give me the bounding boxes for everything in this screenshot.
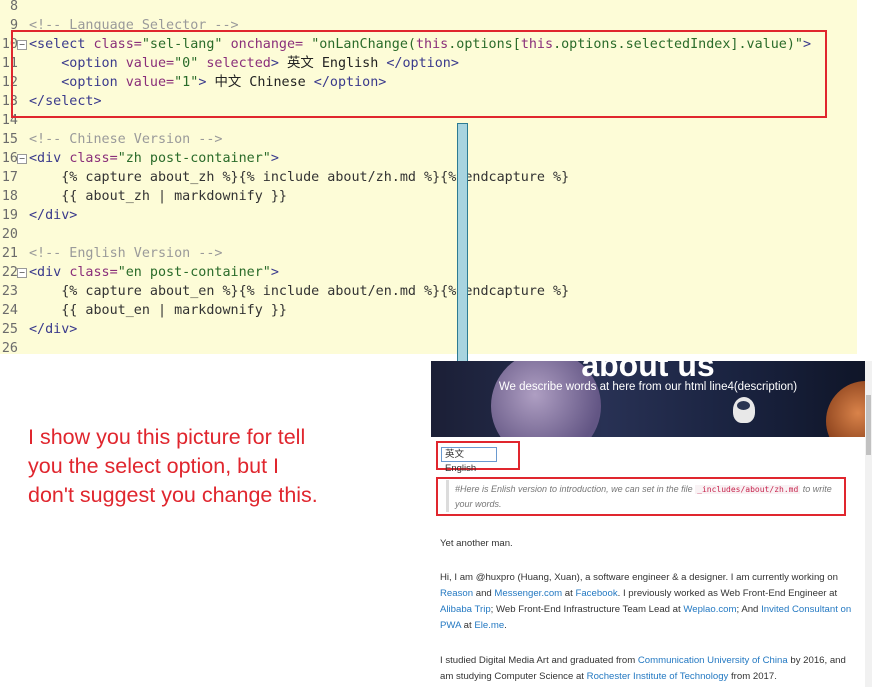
hero-banner: about us We describe words at here from … (431, 361, 865, 437)
quote-code-path: _includes/about/zh.md (695, 485, 801, 494)
paragraph-text: at (460, 620, 475, 631)
code-token: <!-- English Version --> (29, 246, 223, 261)
inline-link[interactable]: Ele.me (474, 620, 504, 631)
language-select[interactable]: 英文 English (441, 447, 497, 474)
paragraph-text: . (504, 620, 507, 631)
inline-link[interactable]: Messenger.com (494, 588, 562, 599)
code-token: "zh post-container" (117, 151, 271, 166)
paragraph-text: from 2017. (728, 671, 777, 682)
fold-toggle-icon[interactable]: − (17, 154, 27, 164)
line-number: 21 (1, 246, 18, 261)
code-line: 22− <div class="en post-container"> (0, 263, 857, 282)
line-number: 18 (1, 189, 18, 204)
paragraph-text: ; And (736, 604, 762, 615)
code-token: > (270, 265, 279, 280)
inline-link[interactable]: Alibaba Trip (440, 604, 491, 615)
line-number: 26 (1, 341, 18, 356)
code-line: 15 <!-- Chinese Version --> (0, 130, 857, 149)
code-line: 8 (0, 0, 857, 16)
line-number: 24 (1, 303, 18, 318)
line-number: 8 (9, 0, 18, 14)
code-token: {{ about_zh | markdownify }} (29, 189, 287, 204)
line-number: 16 (1, 151, 18, 166)
line-number: 25 (1, 322, 18, 337)
code-token: </div> (29, 322, 78, 337)
intro-paragraph-2: Hi, I am @huxpro (Huang, Xuan), a softwa… (440, 570, 860, 634)
code-token: class= (69, 151, 118, 166)
paragraph-text: ; Web Front-End Infrastructure Team Lead… (490, 604, 684, 615)
code-token: > (270, 151, 279, 166)
code-text: <div class="en post-container"> (29, 263, 279, 282)
line-number: 23 (1, 284, 18, 299)
hero-description: We describe words at here from our html … (498, 381, 798, 393)
line-number: 15 (1, 132, 18, 147)
blockquote-text: #Here is Enlish version to introduction,… (455, 482, 840, 512)
blockquote-bar (446, 480, 449, 512)
code-token: {% capture about_zh %}{% include about/z… (29, 170, 570, 185)
code-text: </div> (29, 320, 77, 339)
code-text: {% capture about_zh %}{% include about/z… (29, 168, 569, 187)
code-line: 26 (0, 339, 857, 358)
code-token: "en post-container" (117, 265, 271, 280)
annotation-text: I show you this picture for tell you the… (28, 425, 318, 507)
code-text: {{ about_zh | markdownify }} (29, 187, 287, 206)
code-line: 21 <!-- English Version --> (0, 244, 857, 263)
code-line: 23 {% capture about_en %}{% include abou… (0, 282, 857, 301)
code-line: 16− <div class="zh post-container"> (0, 149, 857, 168)
code-text: {{ about_en | markdownify }} (29, 301, 287, 320)
quote-pre: #Here is Enlish version to introduction,… (455, 484, 696, 494)
code-token: <!-- Chinese Version --> (29, 132, 223, 147)
code-token: <div (29, 265, 70, 280)
intro-paragraph-3: I studied Digital Media Art and graduate… (440, 653, 860, 685)
paragraph-text: I studied Digital Media Art and graduate… (440, 655, 638, 666)
code-token: {% capture about_en %}{% include about/e… (29, 284, 570, 299)
line-number: 22 (1, 265, 18, 280)
line-number: 17 (1, 170, 18, 185)
site-preview: about us We describe words at here from … (431, 361, 865, 687)
code-token: </div> (29, 208, 78, 223)
inline-link[interactable]: Rochester Institute of Technology (587, 671, 729, 682)
astronaut-visor (737, 401, 750, 410)
inline-link[interactable]: Facebook (575, 588, 617, 599)
code-line: 25 </div> (0, 320, 857, 339)
inline-link[interactable]: Reason (440, 588, 473, 599)
code-text: <div class="zh post-container"> (29, 149, 279, 168)
code-token: <div (29, 151, 70, 166)
code-token: {{ about_en | markdownify }} (29, 303, 287, 318)
select-code-highlight-box (11, 30, 827, 118)
code-line: 18 {{ about_zh | markdownify }} (0, 187, 857, 206)
inline-link[interactable]: Communication University of China (638, 655, 788, 666)
paragraph-text: Hi, I am @huxpro (Huang, Xuan), a softwa… (440, 572, 838, 583)
code-text: <!-- Chinese Version --> (29, 130, 222, 149)
code-line: 20 (0, 225, 857, 244)
paragraph-text: at (562, 588, 576, 599)
paragraph-text: . I previously worked as Web Front-End E… (617, 588, 838, 599)
site-scrollbar-thumb[interactable] (866, 395, 871, 455)
fold-toggle-icon[interactable]: − (17, 268, 27, 278)
paragraph-text: and (473, 588, 495, 599)
intro-paragraph-1: Yet another man. (440, 538, 513, 549)
line-number: 19 (1, 208, 18, 223)
inline-link[interactable]: Weplao.com (683, 604, 736, 615)
code-text: </div> (29, 206, 77, 225)
code-line: 17 {% capture about_zh %}{% include abou… (0, 168, 857, 187)
line-number: 20 (1, 227, 18, 242)
code-line: 24 {{ about_en | markdownify }} (0, 301, 857, 320)
code-text: {% capture about_en %}{% include about/e… (29, 282, 569, 301)
code-text: <!-- English Version --> (29, 244, 222, 263)
code-token: class= (69, 265, 118, 280)
code-line: 19 </div> (0, 206, 857, 225)
